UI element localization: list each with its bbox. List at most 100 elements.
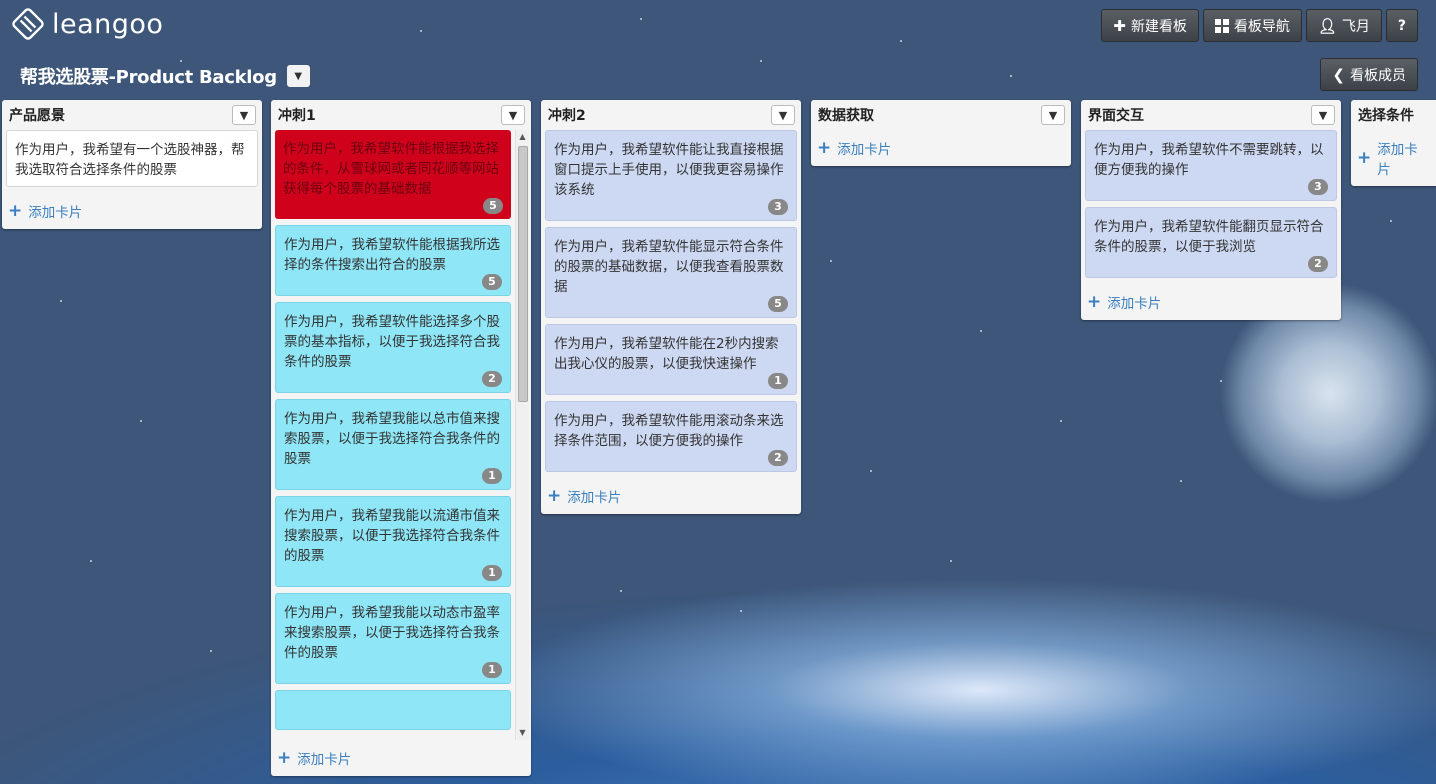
add-card-label: 添加卡片: [297, 752, 352, 768]
new-board-label: 新建看板: [1130, 18, 1187, 35]
list-selection-criteria: 选择条件 + 添加卡片: [1351, 100, 1436, 186]
card-points-badge: 3: [1308, 179, 1328, 195]
new-board-button[interactable]: ✚ 新建看板: [1101, 9, 1199, 42]
chevron-down-icon: ▼: [508, 108, 518, 122]
logo-text: leangoo: [52, 8, 164, 40]
scroll-up-icon[interactable]: ▲: [516, 130, 529, 144]
board-members-label: 看板成员: [1350, 67, 1406, 84]
card[interactable]: 作为用户，我希望软件能选择多个股票的基本指标，以便于我选择符合我条件的股票 2: [275, 302, 511, 393]
card-points-badge: 2: [482, 371, 502, 387]
card-text: 作为用户，我希望软件不需要跳转，以便方便我的操作: [1094, 142, 1324, 178]
add-card-button[interactable]: + 添加卡片: [811, 130, 1071, 166]
user-menu-button[interactable]: 👤︎ 飞月: [1305, 9, 1382, 42]
chevron-down-icon: ▼: [1048, 108, 1058, 122]
card-text: 作为用户，我希望有一个选股神器，帮我选取符合选择条件的股票: [15, 142, 245, 178]
add-card-button[interactable]: + 添加卡片: [2, 193, 262, 229]
add-card-label: 添加卡片: [1377, 142, 1418, 178]
plus-icon: ✚: [1113, 16, 1126, 35]
list-ui-interaction: 界面交互 ▼ 作为用户，我希望软件不需要跳转，以便方便我的操作 3 作为用户，我…: [1081, 100, 1341, 320]
card-text: 作为用户，我希望我能以流通市值来搜索股票，以便于我选择符合我条件的股票: [284, 508, 500, 564]
list-data-fetch: 数据获取 ▼ + 添加卡片: [811, 100, 1071, 166]
card-text: 作为用户，我希望软件能选择多个股票的基本指标，以便于我选择符合我条件的股票: [284, 314, 500, 370]
board-members-button[interactable]: ❮ 看板成员: [1320, 58, 1418, 91]
chevron-down-icon: ▼: [1318, 108, 1328, 122]
board-nav-button[interactable]: 看板导航: [1202, 9, 1302, 42]
list-scrollbar[interactable]: ▲ ▼: [515, 130, 529, 740]
help-label: ?: [1397, 17, 1406, 34]
list-menu-button[interactable]: ▼: [232, 105, 256, 125]
card-text: 作为用户，我希望我能以动态市盈率来搜索股票，以便于我选择符合我条件的股票: [284, 605, 500, 661]
add-card-label: 添加卡片: [567, 490, 622, 506]
card-points-badge: 1: [482, 565, 502, 581]
add-card-button[interactable]: + 添加卡片: [1081, 284, 1341, 320]
chevron-left-icon: ❮: [1332, 65, 1345, 84]
list-sprint-2: 冲刺2 ▼ 作为用户，我希望软件能让我直接根据窗口提示上手使用，以便我更容易操作…: [541, 100, 801, 514]
card-text: 作为用户，我希望软件能显示符合条件的股票的基础数据，以便我查看股票数据: [554, 239, 784, 295]
card-points-badge: 5: [483, 198, 503, 214]
list-title: 冲刺2: [548, 108, 586, 124]
card[interactable]: [275, 690, 511, 730]
card-points-badge: 3: [768, 199, 788, 215]
add-card-button[interactable]: + 添加卡片: [1351, 130, 1436, 186]
grid-icon: [1214, 18, 1229, 33]
card-points-badge: 1: [768, 373, 788, 389]
card-text: 作为用户，我希望软件能让我直接根据窗口提示上手使用，以便我更容易操作该系统: [554, 142, 784, 198]
board-title: 帮我选股票-Product Backlog: [20, 67, 277, 88]
plus-icon: +: [817, 138, 832, 158]
chevron-down-icon: ▼: [778, 108, 788, 122]
plus-icon: +: [1087, 292, 1102, 312]
card-text: 作为用户，我希望软件能翻页显示符合条件的股票，以便于我浏览: [1094, 219, 1324, 255]
card-text: 作为用户，我希望软件能根据我所选择的条件搜索出符合的股票: [284, 237, 500, 273]
chevron-down-icon: ▼: [239, 108, 249, 122]
plus-icon: +: [1357, 148, 1372, 168]
list-title: 冲刺1: [278, 108, 316, 124]
plus-icon: +: [547, 486, 562, 506]
list-product-vision: 产品愿景 ▼ 作为用户，我希望有一个选股神器，帮我选取符合选择条件的股票 + 添…: [2, 100, 262, 229]
leangoo-logo[interactable]: leangoo: [10, 6, 164, 42]
card-text: 作为用户，我希望软件能在2秒内搜索出我心仪的股票，以便我快速操作: [554, 336, 779, 372]
list-title: 产品愿景: [9, 108, 65, 124]
plus-icon: +: [277, 748, 292, 768]
card[interactable]: 作为用户，我希望软件能让我直接根据窗口提示上手使用，以便我更容易操作该系统 3: [545, 130, 797, 221]
list-sprint-1: 冲刺1 ▼ 作为用户，我希望软件能根据我选择的条件，从雪球网或者同花顺等网站获得…: [271, 100, 531, 776]
add-card-label: 添加卡片: [1107, 296, 1162, 312]
board-title-bar: 帮我选股票-Product Backlog ▼: [20, 63, 310, 89]
list-title: 选择条件: [1358, 108, 1414, 124]
card[interactable]: 作为用户，我希望软件能根据我所选择的条件搜索出符合的股票 5: [275, 225, 511, 296]
plus-icon: +: [8, 201, 23, 221]
card[interactable]: 作为用户，我希望软件不需要跳转，以便方便我的操作 3: [1085, 130, 1337, 201]
card-points-badge: 5: [768, 296, 788, 312]
scrollbar-thumb[interactable]: [518, 146, 528, 402]
board-menu-dropdown[interactable]: ▼: [286, 65, 310, 87]
help-button[interactable]: ?: [1385, 9, 1418, 42]
card-points-badge: 2: [768, 450, 788, 466]
add-card-button[interactable]: + 添加卡片: [271, 740, 531, 776]
card[interactable]: 作为用户，我希望软件能用滚动条来选择条件范围，以便方便我的操作 2: [545, 401, 797, 472]
list-title: 数据获取: [818, 108, 874, 124]
add-card-label: 添加卡片: [837, 142, 892, 158]
card[interactable]: 作为用户，我希望软件能显示符合条件的股票的基础数据，以便我查看股票数据 5: [545, 227, 797, 318]
list-menu-button[interactable]: ▼: [1311, 105, 1335, 125]
user-name: 飞月: [1341, 18, 1370, 35]
card-points-badge: 5: [482, 274, 502, 290]
card[interactable]: 作为用户，我希望有一个选股神器，帮我选取符合选择条件的股票: [6, 130, 258, 187]
list-menu-button[interactable]: ▼: [1041, 105, 1065, 125]
top-actions: ✚ 新建看板 看板导航 👤︎ 飞月 ?: [1101, 9, 1418, 42]
list-menu-button[interactable]: ▼: [771, 105, 795, 125]
card[interactable]: 作为用户，我希望我能以总市值来搜索股票，以便于我选择符合我条件的股票 1: [275, 399, 511, 490]
add-card-button[interactable]: + 添加卡片: [541, 478, 801, 514]
card-text: 作为用户，我希望我能以总市值来搜索股票，以便于我选择符合我条件的股票: [284, 411, 500, 467]
card[interactable]: 作为用户，我希望软件能根据我选择的条件，从雪球网或者同花顺等网站获得每个股票的基…: [275, 130, 511, 219]
logo-icon: [10, 6, 46, 42]
card[interactable]: 作为用户，我希望软件能翻页显示符合条件的股票，以便于我浏览 2: [1085, 207, 1337, 278]
card-text: 作为用户，我希望软件能根据我选择的条件，从雪球网或者同花顺等网站获得每个股票的基…: [283, 141, 499, 197]
card[interactable]: 作为用户，我希望我能以流通市值来搜索股票，以便于我选择符合我条件的股票 1: [275, 496, 511, 587]
card[interactable]: 作为用户，我希望软件能在2秒内搜索出我心仪的股票，以便我快速操作 1: [545, 324, 797, 395]
card[interactable]: 作为用户，我希望我能以动态市盈率来搜索股票，以便于我选择符合我条件的股票 1: [275, 593, 511, 684]
chevron-down-icon: ▼: [294, 70, 303, 82]
card-points-badge: 2: [1308, 256, 1328, 272]
user-icon: 👤︎: [1317, 16, 1337, 35]
list-menu-button[interactable]: ▼: [501, 105, 525, 125]
card-points-badge: 1: [482, 662, 502, 678]
scroll-down-icon[interactable]: ▼: [516, 726, 529, 740]
